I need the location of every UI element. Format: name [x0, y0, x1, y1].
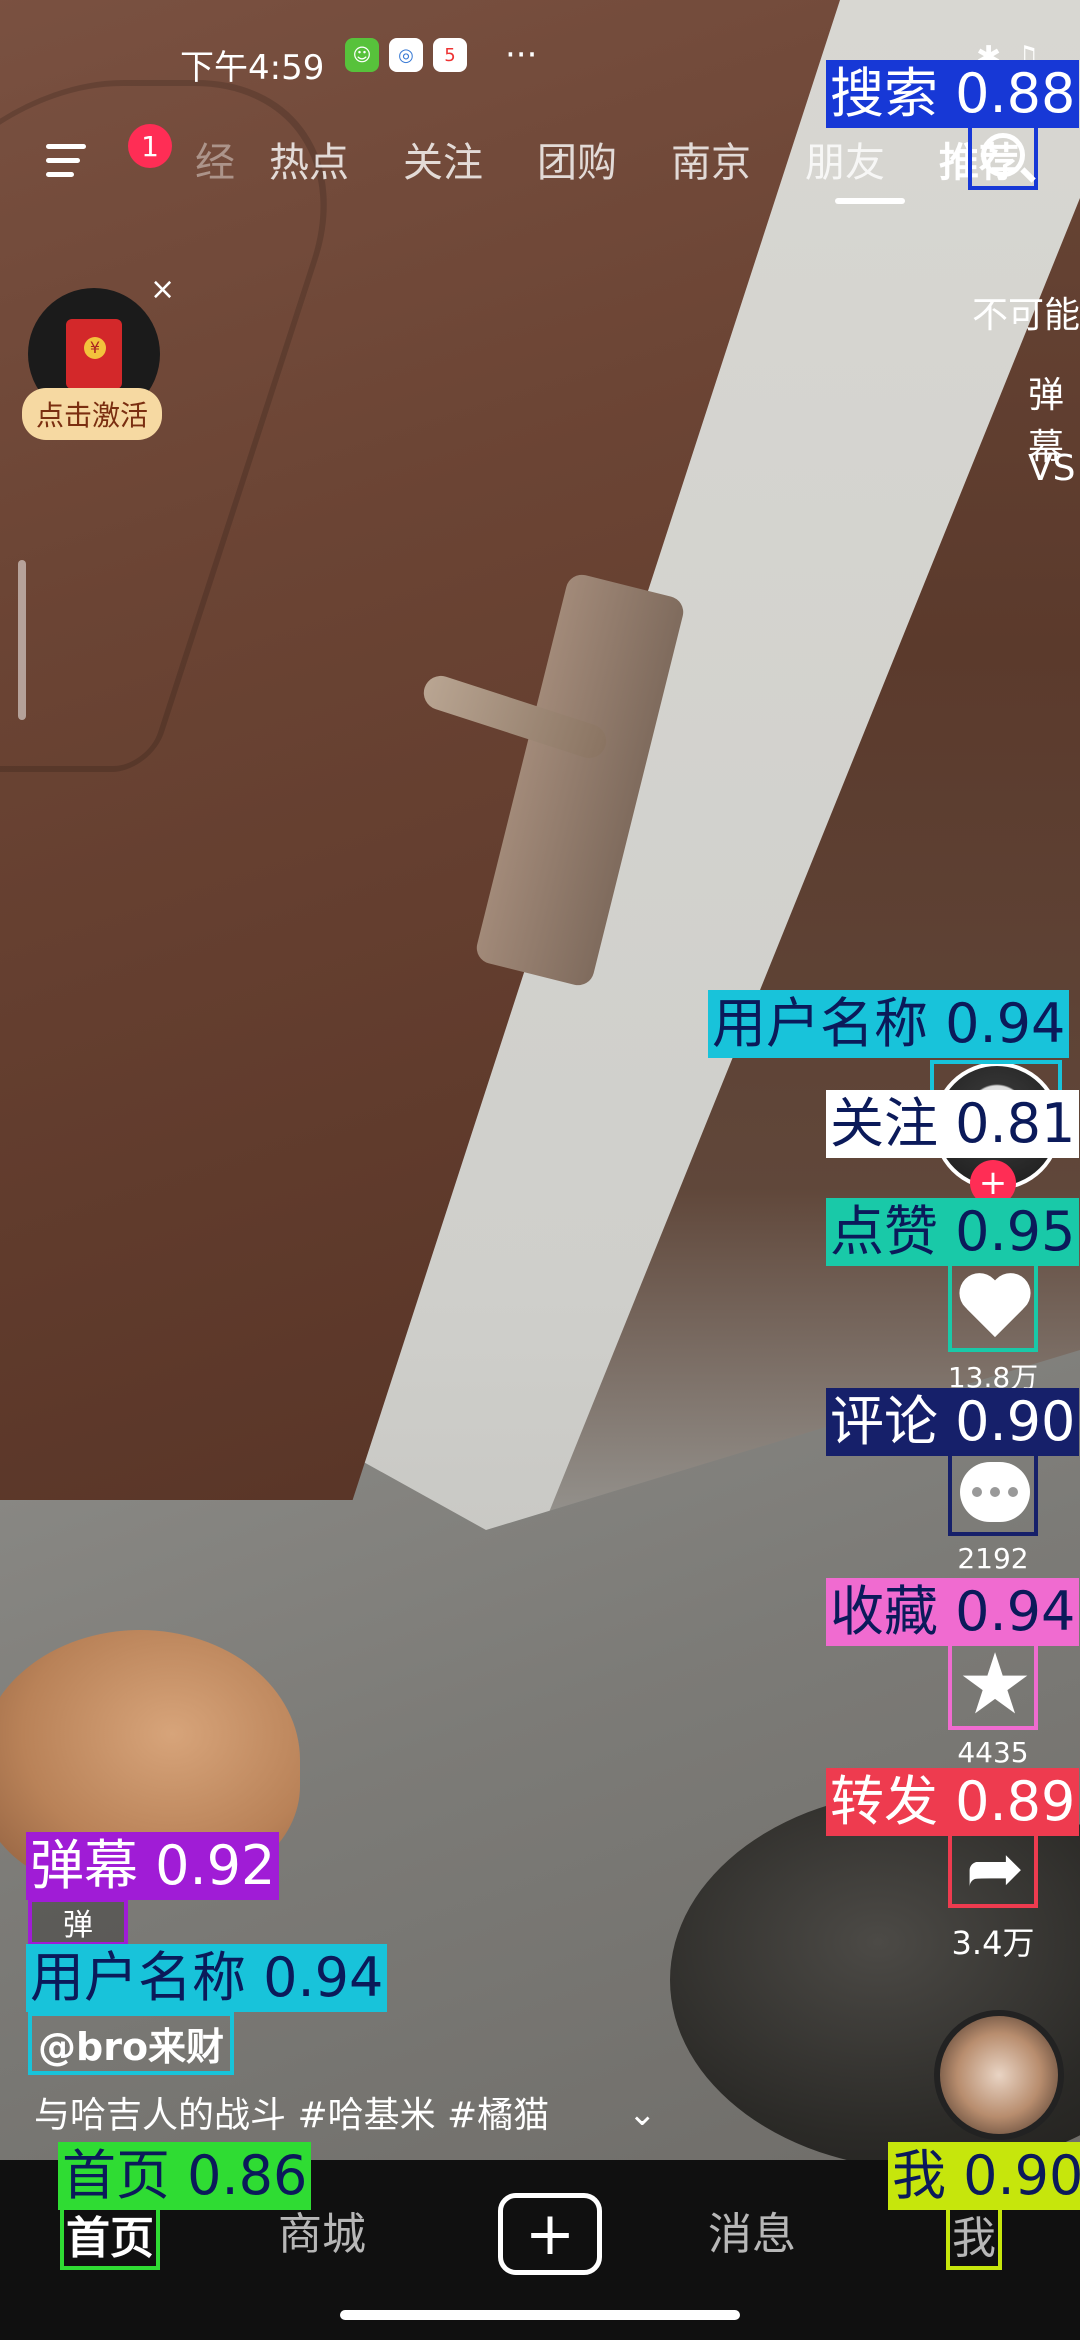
- detection-label-favorite: 收藏 0.94: [826, 1578, 1080, 1646]
- detection-label-share: 转发 0.89: [826, 1768, 1080, 1836]
- chevron-down-icon[interactable]: ⌄: [628, 2094, 657, 2134]
- detection-box-favorite: [948, 1638, 1038, 1730]
- status-time: 下午4:59: [180, 48, 325, 88]
- favorite-count: 4435: [957, 1736, 1029, 1769]
- search-button[interactable]: [968, 120, 1038, 190]
- close-icon[interactable]: ×: [150, 272, 175, 307]
- tab-hot[interactable]: 热点: [269, 130, 349, 188]
- home-indicator: [340, 2310, 740, 2320]
- status-more-icon: ···: [505, 35, 538, 75]
- menu-icon-bar: [46, 158, 80, 163]
- post-description[interactable]: 与哈吉人的战斗 #哈基米 #橘猫: [34, 2086, 549, 2138]
- detection-box-like: [948, 1262, 1038, 1352]
- detection-label-home: 首页 0.86: [58, 2142, 312, 2210]
- post-username[interactable]: @bro来财: [28, 2012, 235, 2075]
- tab-group-buy[interactable]: 团购: [537, 130, 617, 188]
- detection-label-follow: 关注 0.81: [826, 1090, 1080, 1158]
- app-58-icon: 5: [433, 38, 467, 72]
- active-tab-indicator: [835, 198, 905, 204]
- share-count: 3.4万: [951, 1924, 1035, 1962]
- detection-label-username: 用户名称 0.94: [708, 990, 1070, 1058]
- create-post-button[interactable]: +: [498, 2193, 602, 2275]
- side-scroll-handle[interactable]: [18, 560, 26, 720]
- danmaku-text: 不可能: [972, 295, 1080, 336]
- danmaku-text: VS: [1028, 448, 1076, 489]
- detection-box-comment: [948, 1448, 1038, 1536]
- music-disc-avatar[interactable]: [934, 2010, 1064, 2140]
- detection-label-comment: 评论 0.90: [826, 1388, 1080, 1456]
- tab-following[interactable]: 关注: [403, 130, 483, 188]
- menu-icon: [46, 144, 86, 149]
- danmaku-toggle[interactable]: 弹: [28, 1898, 128, 1946]
- detection-label-search: 搜索 0.88: [826, 60, 1080, 128]
- cloud-app-icon: ◎: [389, 38, 423, 72]
- android-app-icon: ☺: [345, 38, 379, 72]
- detection-label-danmaku: 弹幕 0.92: [26, 1832, 280, 1900]
- detection-label-like: 点赞 0.95: [826, 1198, 1080, 1266]
- tab-friends[interactable]: 朋友: [805, 130, 885, 188]
- search-icon: [981, 133, 1025, 177]
- notification-badge: 1: [128, 124, 172, 168]
- nav-messages[interactable]: 消息: [708, 2198, 796, 2262]
- menu-icon-bar: [46, 172, 74, 177]
- tab-bar: 经 热点 关注 团购 南京 朋友 推荐: [195, 130, 1019, 188]
- tab-partial[interactable]: 经: [195, 130, 235, 188]
- red-packet-label[interactable]: 点击激活: [22, 388, 163, 440]
- status-app-icons: ☺ ◎ 5: [345, 38, 467, 72]
- tab-nanjing[interactable]: 南京: [671, 130, 751, 188]
- top-nav: 1 经 热点 关注 团购 南京 朋友 推荐: [0, 110, 1080, 230]
- detection-label-post-username: 用户名称 0.94: [26, 1944, 388, 2012]
- menu-button[interactable]: 1: [40, 124, 172, 190]
- detection-label-me: 我 0.90: [888, 2142, 1080, 2210]
- red-envelope-icon: [66, 319, 122, 389]
- comment-count: 2192: [957, 1542, 1029, 1575]
- detection-box-share: [948, 1828, 1038, 1908]
